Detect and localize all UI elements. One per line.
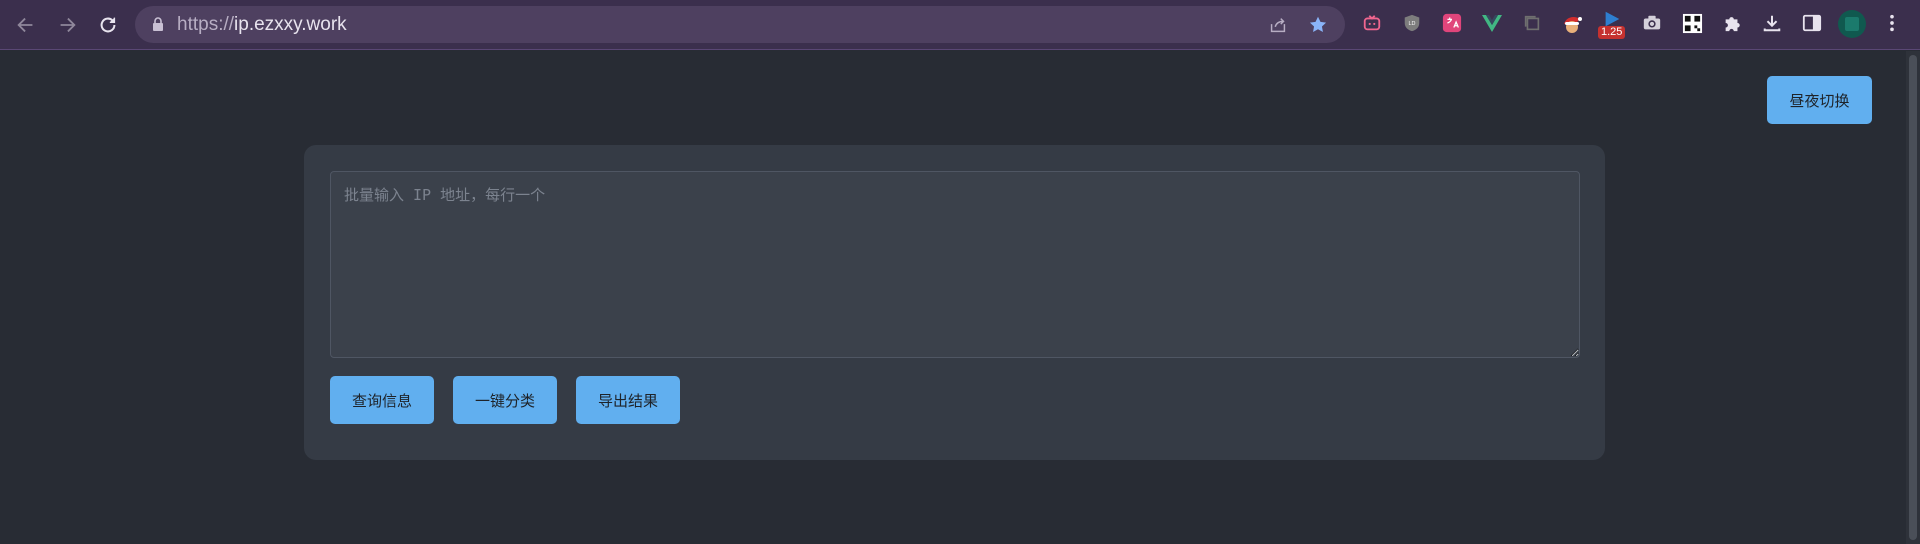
svg-text:LD: LD [1409, 21, 1416, 27]
classify-button[interactable]: 一键分类 [453, 376, 557, 424]
side-panel-icon[interactable] [1801, 12, 1823, 34]
qr-code-icon[interactable] [1681, 12, 1703, 34]
arrow-left-icon [17, 17, 33, 33]
forward-button[interactable] [51, 9, 83, 41]
arrow-right-icon [60, 17, 76, 33]
action-buttons: 查询信息 一键分类 导出结果 [330, 376, 680, 424]
browser-menu-icon[interactable] [1881, 12, 1903, 34]
lock-icon [153, 17, 163, 31]
scrollbar-thumb[interactable] [1909, 55, 1917, 540]
address-bar[interactable]: https://ip.ezxxy.work [135, 6, 1345, 43]
reload-button[interactable] [92, 9, 124, 41]
tv-extension-icon[interactable] [1361, 12, 1383, 34]
shield-icon[interactable]: LD [1401, 12, 1423, 34]
back-button[interactable] [10, 9, 42, 41]
translate-icon[interactable] [1441, 12, 1463, 34]
browser-toolbar: https://ip.ezxxy.work LD 1.25 [0, 0, 1920, 50]
santa-extension-icon[interactable] [1561, 12, 1583, 34]
url-text[interactable]: https://ip.ezxxy.work [177, 14, 347, 36]
camera-icon[interactable] [1641, 12, 1663, 34]
vue-devtools-icon[interactable] [1481, 12, 1503, 34]
query-info-button[interactable]: 查询信息 [330, 376, 434, 424]
video-speed-badge: 1.25 [1598, 26, 1626, 39]
profile-avatar[interactable] [1838, 10, 1866, 38]
ip-batch-input[interactable] [330, 171, 1580, 358]
page-scrollbar[interactable] [1906, 51, 1920, 544]
share-icon[interactable] [1267, 14, 1289, 36]
download-icon[interactable] [1761, 12, 1783, 34]
page-content: 昼夜切换 查询信息 一键分类 导出结果 [0, 51, 1906, 544]
bookmark-star-icon[interactable] [1307, 14, 1329, 36]
day-night-toggle-button[interactable]: 昼夜切换 [1767, 76, 1872, 124]
copy-tabs-icon[interactable] [1521, 12, 1543, 34]
export-results-button[interactable]: 导出结果 [576, 376, 680, 424]
ip-query-card: 查询信息 一键分类 导出结果 [304, 145, 1605, 460]
puzzle-extensions-icon[interactable] [1721, 12, 1743, 34]
reload-icon [100, 17, 116, 33]
